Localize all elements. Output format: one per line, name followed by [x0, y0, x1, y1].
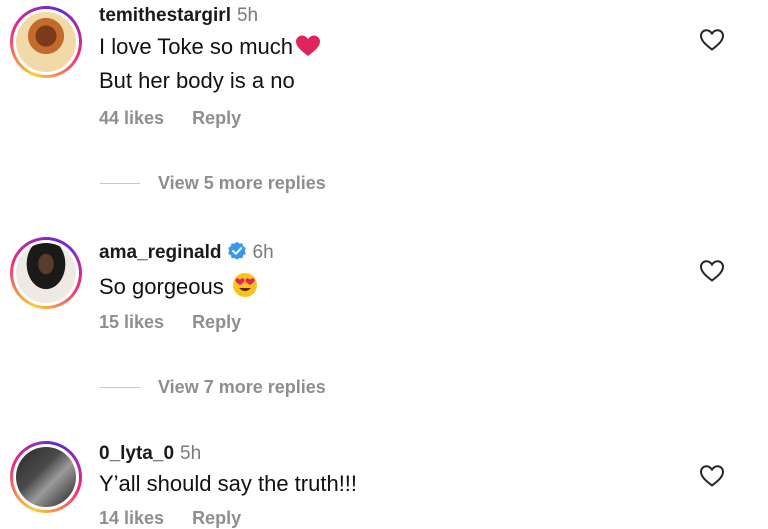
- like-heart-icon[interactable]: [699, 259, 725, 283]
- comment-time: 5h: [180, 443, 202, 464]
- like-heart-icon[interactable]: [699, 464, 725, 488]
- comment-text: So gorgeous: [99, 272, 258, 304]
- verified-badge-icon: [227, 241, 247, 267]
- likes-count[interactable]: 14 likes: [99, 508, 164, 528]
- heart-eyes-emoji: [232, 272, 258, 304]
- view-more-replies-button[interactable]: View 7 more replies: [100, 375, 326, 399]
- like-heart-icon[interactable]: [699, 28, 725, 52]
- red-heart-emoji: [295, 34, 321, 64]
- reply-button[interactable]: Reply: [192, 108, 241, 128]
- avatar-photo: [16, 447, 76, 507]
- avatar[interactable]: [10, 237, 82, 309]
- avatar[interactable]: [10, 441, 82, 513]
- comment-text-line: I love Toke so much: [99, 34, 294, 59]
- comment-text-line: So gorgeous: [99, 274, 224, 299]
- replies-divider: [100, 386, 140, 388]
- comment-text: I love Toke so much: [99, 34, 321, 64]
- username-link[interactable]: ama_reginald: [99, 242, 222, 263]
- comment-time: 6h: [252, 242, 274, 263]
- reply-button[interactable]: Reply: [192, 508, 241, 528]
- comment-meta: 15 likes Reply: [99, 312, 241, 333]
- comment-username-row: ama_reginald 6h: [99, 241, 274, 267]
- comment-meta: 44 likes Reply: [99, 108, 241, 129]
- avatar-photo: [16, 243, 76, 303]
- avatar[interactable]: [10, 6, 82, 78]
- comment-text-line-2: But her body is a no: [99, 68, 295, 93]
- comment-username-row: 0_lyta_0 5h: [99, 443, 201, 465]
- comment-text: Y’all should say the truth!!!: [99, 471, 358, 496]
- reply-button[interactable]: Reply: [192, 312, 241, 332]
- likes-count[interactable]: 44 likes: [99, 108, 164, 128]
- username-link[interactable]: temithestargirl: [99, 5, 231, 26]
- replies-divider: [100, 182, 140, 184]
- comment-username-row: temithestargirl 5h: [99, 5, 258, 27]
- comment-time: 5h: [236, 5, 259, 26]
- likes-count[interactable]: 15 likes: [99, 312, 164, 332]
- comment-meta: 14 likes Reply: [99, 508, 241, 529]
- avatar-photo: [16, 12, 76, 72]
- view-replies-label: View 7 more replies: [158, 376, 326, 397]
- username-link[interactable]: 0_lyta_0: [99, 443, 174, 464]
- view-more-replies-button[interactable]: View 5 more replies: [100, 171, 326, 195]
- view-replies-label: View 5 more replies: [158, 172, 326, 193]
